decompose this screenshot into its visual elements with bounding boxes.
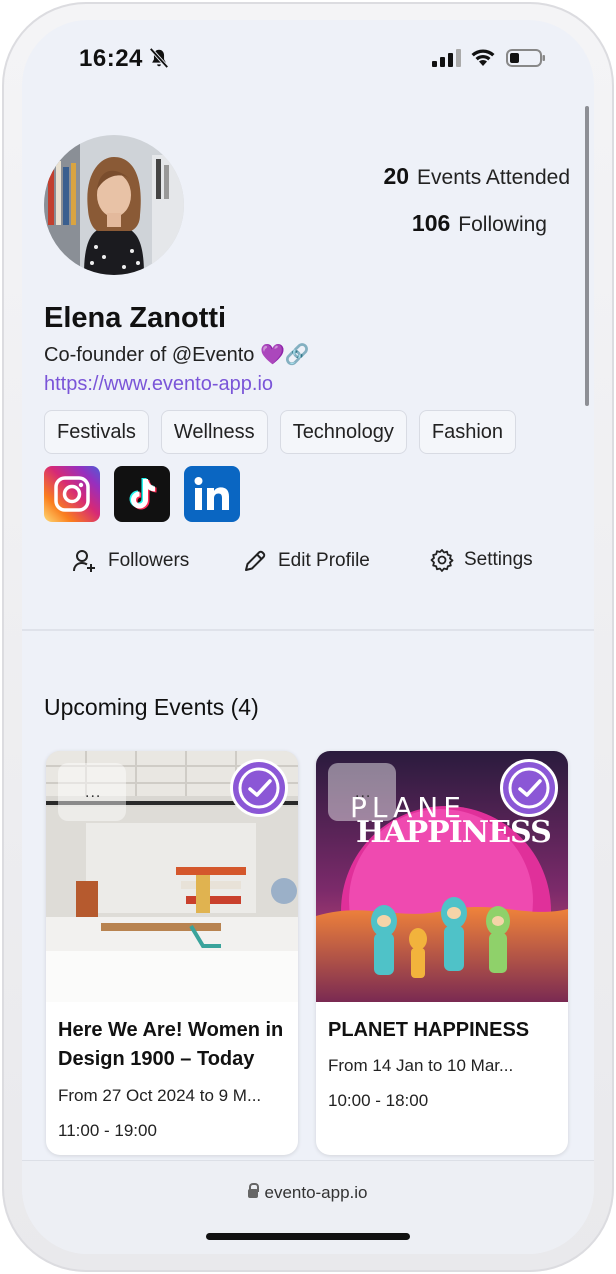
profile-name: Elena Zanotti [44,302,227,334]
stat-events-attended[interactable]: 20 Events Attended [383,163,570,190]
status-time: 16:24 [79,45,143,72]
instagram-icon[interactable] [44,466,100,522]
event-title: Here We Are! Women in Design 1900 – Toda… [58,1019,284,1070]
event-card[interactable]: ... Here We Are! Women in Design 1900 – … [46,751,298,1155]
cellular-signal-icon [432,49,461,67]
linkedin-icon[interactable] [184,466,240,522]
profile-bio: Co-founder of @Evento 💜🔗 [44,344,310,366]
settings-button[interactable]: Settings [430,548,533,572]
profile-website-link[interactable]: https://www.evento-app.io [44,373,273,396]
home-indicator[interactable] [206,1233,410,1240]
profile-actions: Followers Edit Profile Settings [22,548,594,588]
wifi-icon [471,49,495,66]
event-hours: 10:00 - 18:00 [328,1091,429,1110]
browser-bottom-bar: evento-app.io [22,1160,594,1254]
avatar[interactable] [44,135,184,275]
check-badge-icon[interactable] [230,759,288,817]
more-options-button[interactable]: ... [328,763,396,821]
url-bar[interactable]: evento-app.io [22,1183,594,1203]
stat-label: Following [458,213,547,236]
settings-label: Settings [464,549,533,570]
battery-icon [506,49,545,67]
status-bar: 16:24 [22,20,594,96]
add-user-icon [73,550,95,572]
event-card[interactable]: PLANE HAPPINESS ... PLANET HAPPINESS Fro… [316,751,568,1155]
scrollbar[interactable] [585,106,589,406]
url-text: evento-app.io [264,1183,368,1202]
tag-fashion[interactable]: Fashion [418,410,517,454]
edit-profile-button[interactable]: Edit Profile [242,548,370,574]
upcoming-events-title: Upcoming Events (4) [44,694,259,720]
lock-icon [248,1183,260,1198]
gear-icon [430,549,454,572]
event-dates: From 27 Oct 2024 to 9 M... [58,1086,262,1105]
tag-festivals[interactable]: Festivals [44,410,149,454]
tag-technology[interactable]: Technology [279,410,407,454]
edit-profile-label: Edit Profile [278,550,370,571]
event-hours: 11:00 - 19:00 [58,1121,157,1140]
stat-label: Events Attended [417,166,570,189]
event-dates: From 14 Jan to 10 Mar... [328,1056,514,1075]
stat-value: 106 [411,210,451,236]
stat-value: 20 [383,163,410,189]
event-title: PLANET HAPPINESS [328,1019,530,1041]
phone-device: 16:24 20 Events Attended 106 Following E… [0,0,616,1274]
tiktok-icon[interactable] [114,466,170,522]
pencil-icon [245,550,266,571]
event-image: ... [46,751,298,1002]
bell-muted-icon [149,47,169,69]
app-screen: 16:24 20 Events Attended 106 Following E… [22,20,594,1254]
followers-button[interactable]: Followers [72,548,189,574]
check-badge-icon[interactable] [500,759,558,817]
stat-following[interactable]: 106 Following [412,210,547,237]
social-links [44,466,240,522]
interest-tags: Festivals Wellness Technology Fashion [44,410,517,454]
event-image: PLANE HAPPINESS ... [316,751,568,1002]
section-divider [22,629,594,631]
followers-label: Followers [108,550,190,571]
tag-wellness[interactable]: Wellness [160,410,268,454]
more-options-button[interactable]: ... [58,763,126,821]
